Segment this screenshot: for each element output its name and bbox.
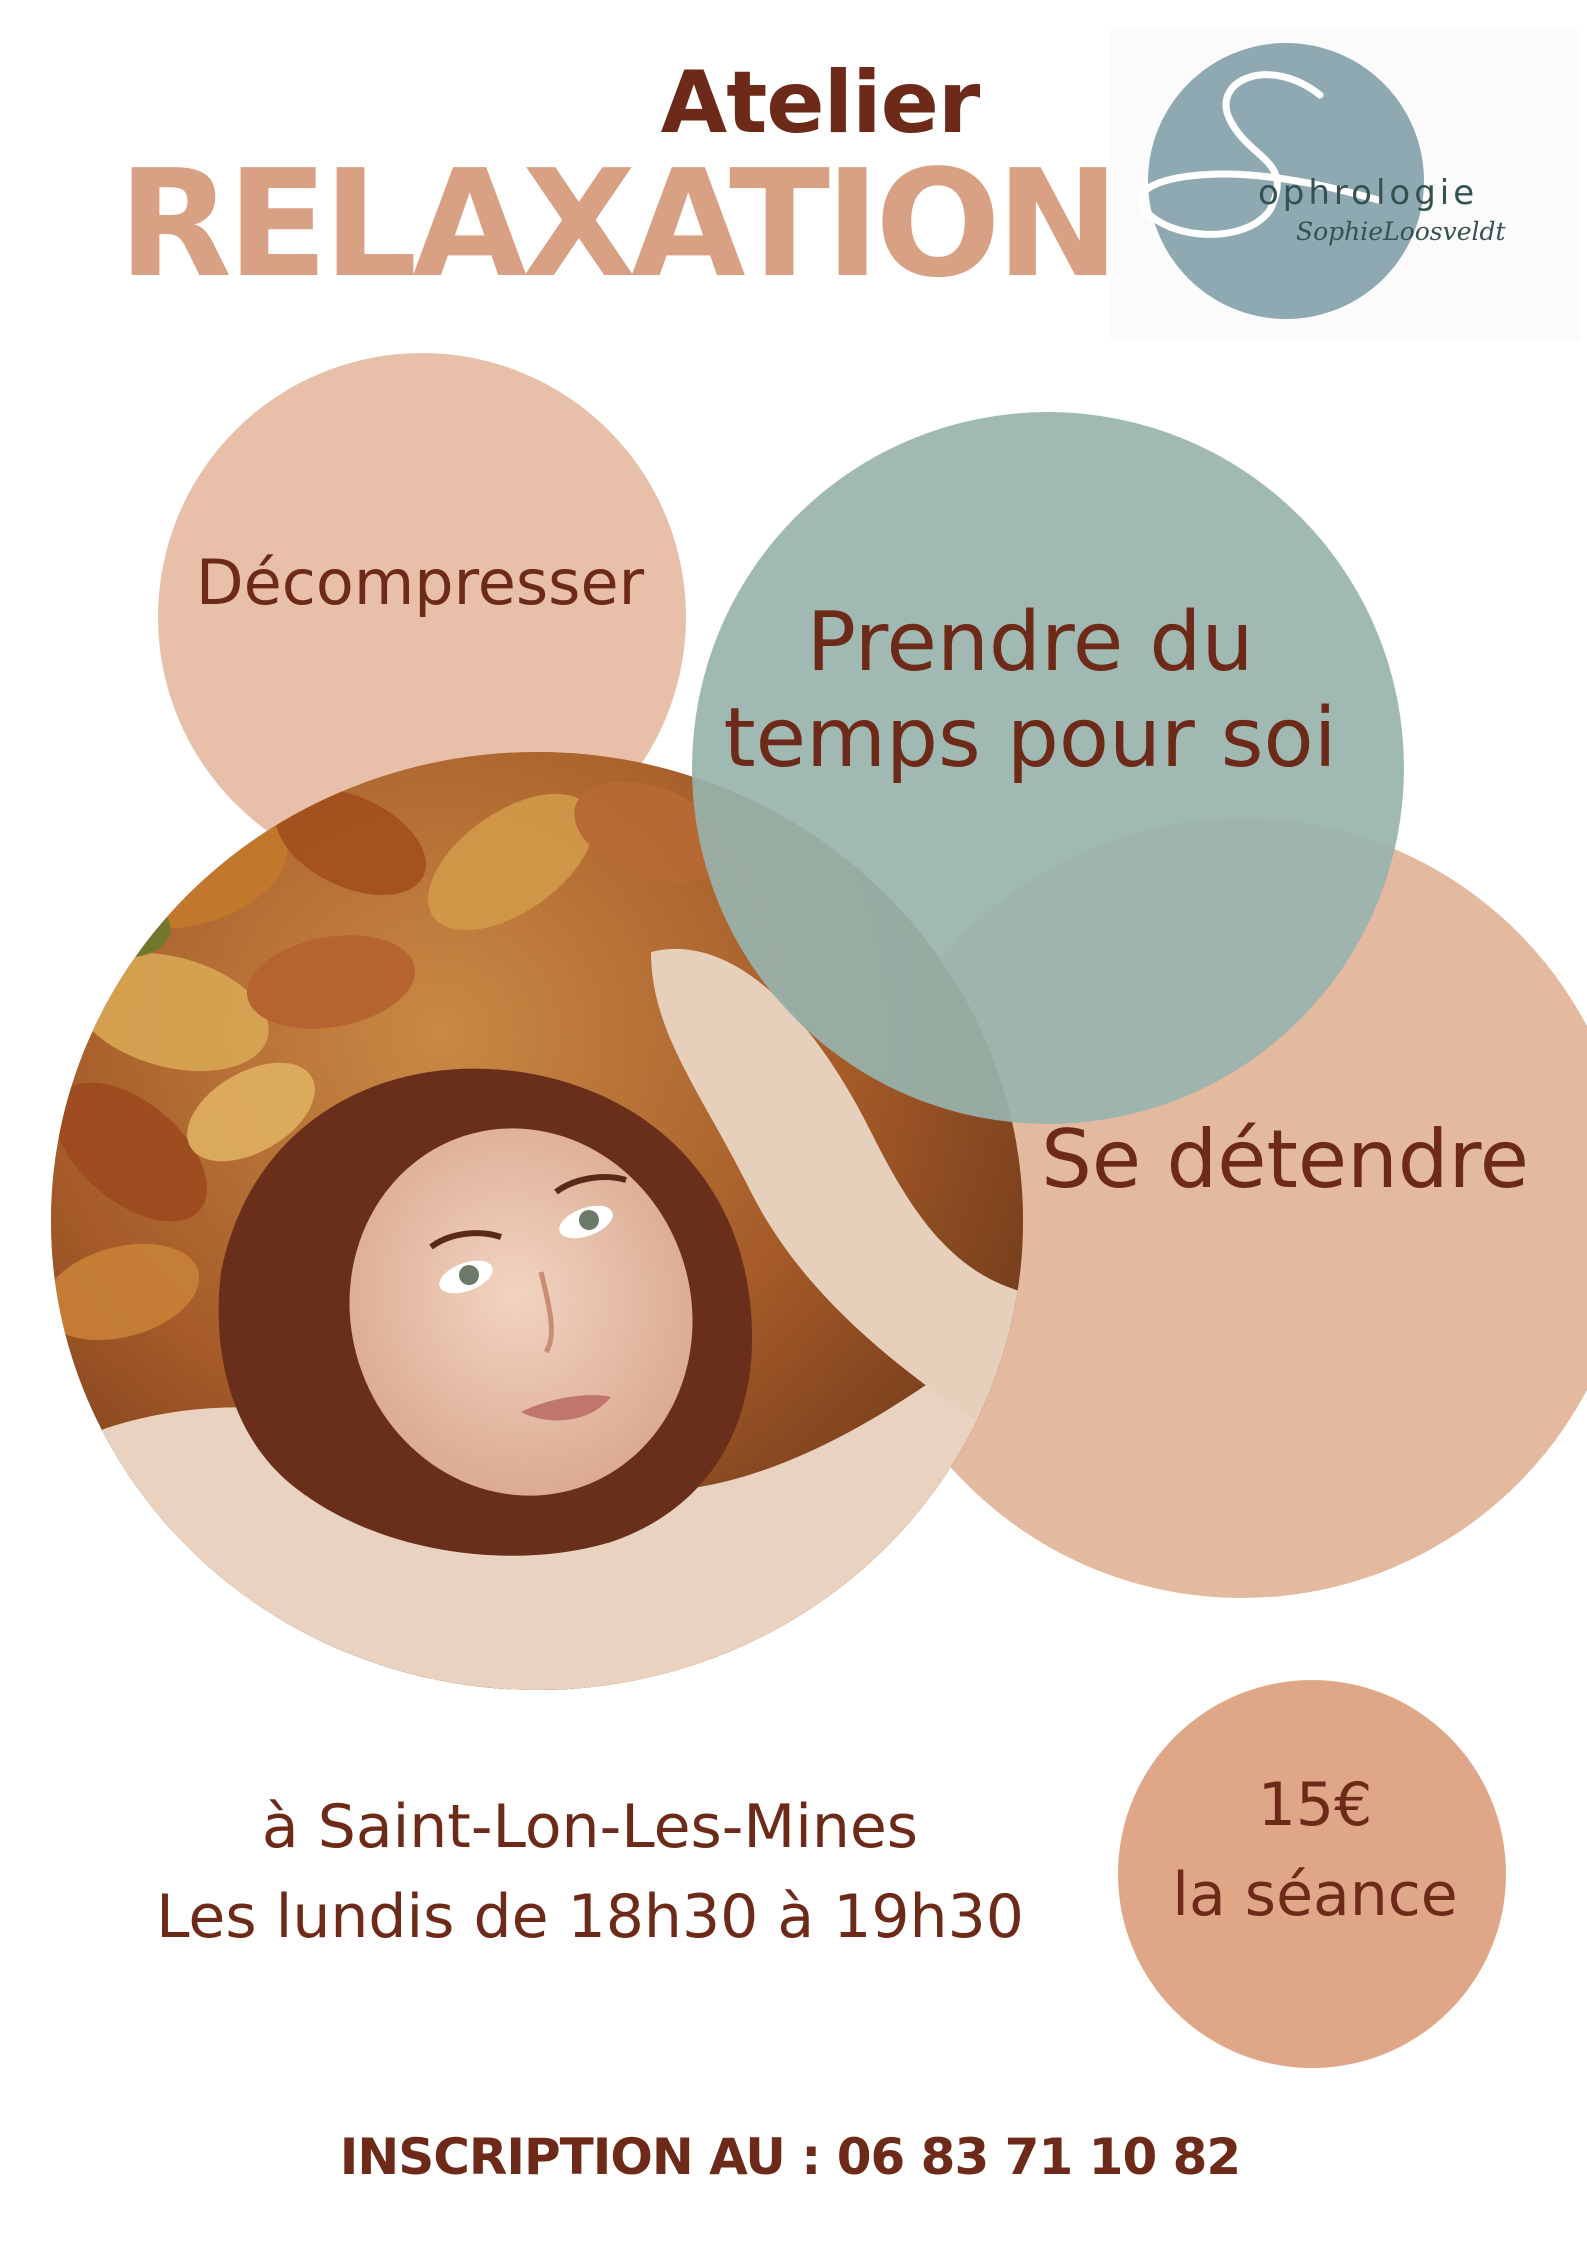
logo-wordmark: ophrologie [1258, 173, 1479, 213]
event-schedule: Les lundis de 18h30 à 19h30 [156, 1882, 1024, 1952]
bubble-relax-label: Se détendre [1041, 1113, 1529, 1206]
event-location: à Saint-Lon-Les-Mines [261, 1792, 919, 1862]
price-amount: 15€ [1257, 1770, 1373, 1840]
title-relaxation: RELAXATION [118, 138, 1120, 310]
bubble-decompress-label: Décompresser [195, 546, 645, 619]
price-text: 15€ la séance [1140, 1760, 1490, 1940]
logo-name: SophieLoosveldt [1296, 217, 1506, 246]
price-unit: la séance [1172, 1860, 1458, 1930]
event-info: à Saint-Lon-Les-Mines Les lundis de 18h3… [120, 1782, 1060, 1962]
title-atelier: Atelier [660, 53, 981, 153]
bubble-take-time-label: Prendre du temps pour soi [723, 595, 1337, 786]
inscription-phone: INSCRIPTION AU : 06 83 71 10 82 [339, 2128, 1241, 2186]
